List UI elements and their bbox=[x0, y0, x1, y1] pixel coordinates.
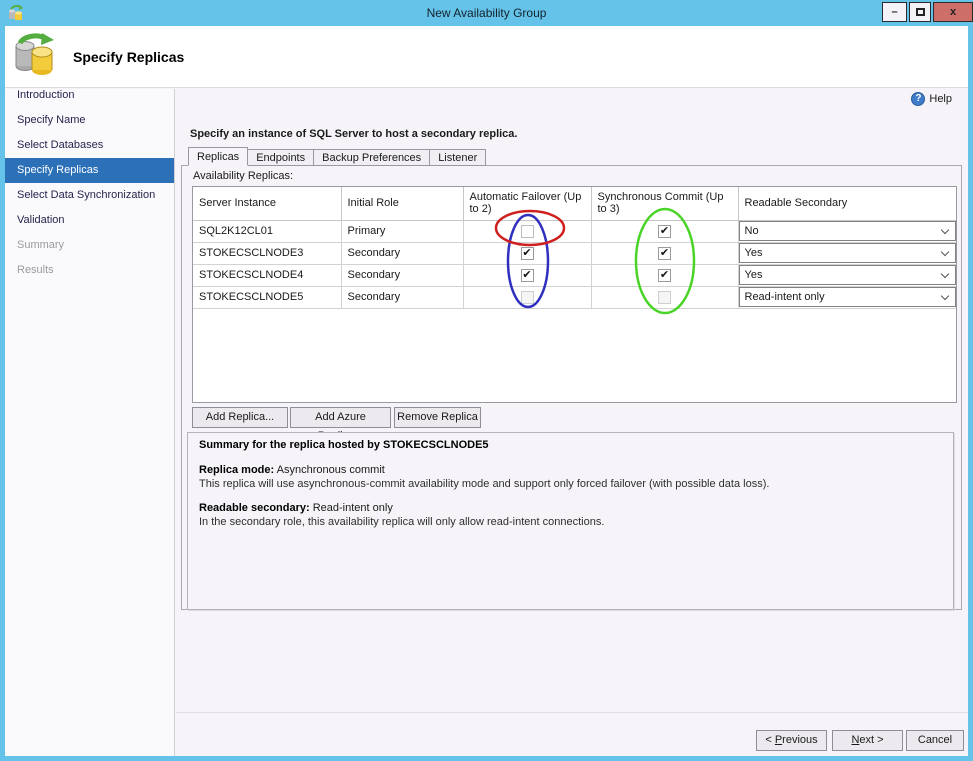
col-initial-role: Initial Role bbox=[341, 187, 464, 221]
replica-mode-description: This replica will use asynchronous-commi… bbox=[199, 478, 770, 490]
synchronous-commit-checkbox[interactable]: ✔ bbox=[658, 246, 671, 260]
grid-label: Availability Replicas: bbox=[193, 170, 294, 182]
tab-backup-preferences[interactable]: Backup Preferences bbox=[314, 149, 431, 166]
table-row: STOKECSCLNODE4 Secondary ✔ ✔ Yes bbox=[193, 264, 956, 287]
sidebar-item-introduction[interactable]: Introduction bbox=[5, 83, 174, 108]
readable-secondary-line: Readable secondary: Read-intent only bbox=[199, 502, 393, 514]
server-instance-cell: STOKECSCLNODE4 bbox=[193, 264, 342, 287]
server-instance-cell: STOKECSCLNODE5 bbox=[193, 286, 342, 309]
automatic-failover-checkbox[interactable]: ✔ bbox=[520, 268, 534, 282]
sidebar-item-select-databases[interactable]: Select Databases bbox=[5, 133, 174, 158]
col-server-instance: Server Instance bbox=[193, 187, 342, 221]
replicas-tab-panel: Availability Replicas: Server Instance I… bbox=[181, 165, 962, 610]
title-bar[interactable]: New Availability Group – x bbox=[0, 0, 973, 26]
table-row: STOKECSCLNODE5 Secondary Read-intent onl… bbox=[193, 286, 956, 309]
automatic-failover-checkbox[interactable]: ✔ bbox=[520, 246, 534, 260]
replicas-database-icon bbox=[15, 33, 54, 75]
readable-secondary-label: Readable secondary: bbox=[199, 502, 310, 514]
add-replica-button[interactable]: Add Replica... bbox=[192, 407, 288, 428]
chevron-down-icon bbox=[940, 247, 950, 256]
server-instance-cell: STOKECSCLNODE3 bbox=[193, 242, 342, 265]
instruction-text: Specify an instance of SQL Server to hos… bbox=[190, 128, 518, 140]
readable-secondary-dropdown[interactable]: Yes bbox=[738, 265, 956, 285]
sidebar-item-summary: Summary bbox=[17, 239, 65, 251]
previous-button[interactable]: < Previous bbox=[756, 730, 827, 751]
initial-role-cell: Secondary bbox=[341, 286, 464, 309]
chevron-down-icon bbox=[940, 269, 950, 278]
chevron-down-icon bbox=[940, 225, 950, 234]
wizard-steps-sidebar: Introduction Specify Name Select Databas… bbox=[5, 89, 175, 756]
sidebar-item-specify-replicas[interactable]: Specify Replicas bbox=[5, 158, 174, 183]
readable-secondary-dropdown[interactable]: No bbox=[738, 221, 956, 241]
initial-role-cell: Secondary bbox=[341, 264, 464, 287]
replica-mode-label: Replica mode: bbox=[199, 464, 275, 476]
readable-secondary-description: In the secondary role, this availability… bbox=[199, 516, 605, 528]
availability-replicas-grid: Server Instance Initial Role Automatic F… bbox=[192, 186, 957, 403]
summary-title: Summary for the replica hosted by STOKEC… bbox=[199, 439, 489, 451]
close-button[interactable]: x bbox=[933, 2, 973, 22]
sidebar-item-select-data-synchronization[interactable]: Select Data Synchronization bbox=[5, 183, 174, 208]
synchronous-commit-checkbox[interactable]: ✔ bbox=[658, 224, 671, 238]
wizard-header: Specify Replicas bbox=[5, 26, 968, 88]
col-synchronous-commit: Synchronous Commit (Up to 3) bbox=[591, 187, 739, 221]
tab-listener[interactable]: Listener bbox=[430, 149, 487, 166]
window-title: New Availability Group bbox=[426, 6, 547, 20]
wizard-content: ? Help Specify an instance of SQL Server… bbox=[176, 89, 968, 756]
minimize-button[interactable]: – bbox=[882, 2, 907, 22]
readable-secondary-dropdown[interactable]: Yes bbox=[738, 243, 956, 263]
app-icon bbox=[9, 5, 23, 20]
sidebar-item-results: Results bbox=[17, 264, 54, 276]
help-icon: ? bbox=[911, 92, 926, 106]
server-instance-cell: SQL2K12CL01 bbox=[193, 220, 342, 243]
initial-role-cell: Primary bbox=[341, 220, 464, 243]
replica-summary-panel: Summary for the replica hosted by STOKEC… bbox=[187, 432, 954, 610]
synchronous-commit-checkbox[interactable] bbox=[658, 290, 671, 304]
initial-role-cell: Secondary bbox=[341, 242, 464, 265]
col-readable-secondary: Readable Secondary bbox=[738, 187, 956, 221]
readable-secondary-dropdown[interactable]: Read-intent only bbox=[738, 287, 956, 307]
tab-strip: Replicas Endpoints Backup Preferences Li… bbox=[188, 147, 487, 166]
remove-replica-button[interactable]: Remove Replica bbox=[394, 407, 481, 428]
help-link[interactable]: ? Help bbox=[911, 92, 952, 106]
readable-secondary-value: Read-intent only bbox=[309, 502, 393, 514]
automatic-failover-checkbox[interactable] bbox=[520, 224, 534, 238]
col-automatic-failover: Automatic Failover (Up to 2) bbox=[463, 187, 592, 221]
footer-divider bbox=[176, 712, 968, 713]
table-row: SQL2K12CL01 Primary ✔ No bbox=[193, 220, 956, 243]
page-title: Specify Replicas bbox=[73, 49, 185, 65]
replica-mode-line: Replica mode: Asynchronous commit bbox=[199, 464, 385, 476]
minimize-icon: – bbox=[891, 6, 898, 18]
chevron-down-icon bbox=[940, 291, 950, 300]
synchronous-commit-checkbox[interactable]: ✔ bbox=[658, 268, 671, 282]
sidebar-item-validation[interactable]: Validation bbox=[5, 208, 174, 233]
wizard-window: New Availability Group – x Specify Repli… bbox=[0, 0, 973, 761]
tab-replicas[interactable]: Replicas bbox=[188, 147, 249, 166]
table-row: STOKECSCLNODE3 Secondary ✔ ✔ Yes bbox=[193, 242, 956, 265]
next-button[interactable]: Next > bbox=[832, 730, 903, 751]
close-icon: x bbox=[949, 6, 957, 18]
add-azure-replica-button[interactable]: Add Azure Replica... bbox=[290, 407, 391, 442]
automatic-failover-checkbox[interactable] bbox=[520, 290, 534, 304]
table-header-row: Server Instance Initial Role Automatic F… bbox=[193, 187, 956, 221]
sidebar-item-specify-name[interactable]: Specify Name bbox=[5, 108, 174, 133]
cancel-button[interactable]: Cancel bbox=[906, 730, 964, 751]
replica-mode-value: Asynchronous commit bbox=[274, 464, 385, 476]
maximize-button[interactable] bbox=[909, 2, 931, 22]
maximize-icon bbox=[915, 8, 925, 16]
tab-endpoints[interactable]: Endpoints bbox=[248, 149, 315, 166]
help-label: Help bbox=[929, 93, 952, 105]
